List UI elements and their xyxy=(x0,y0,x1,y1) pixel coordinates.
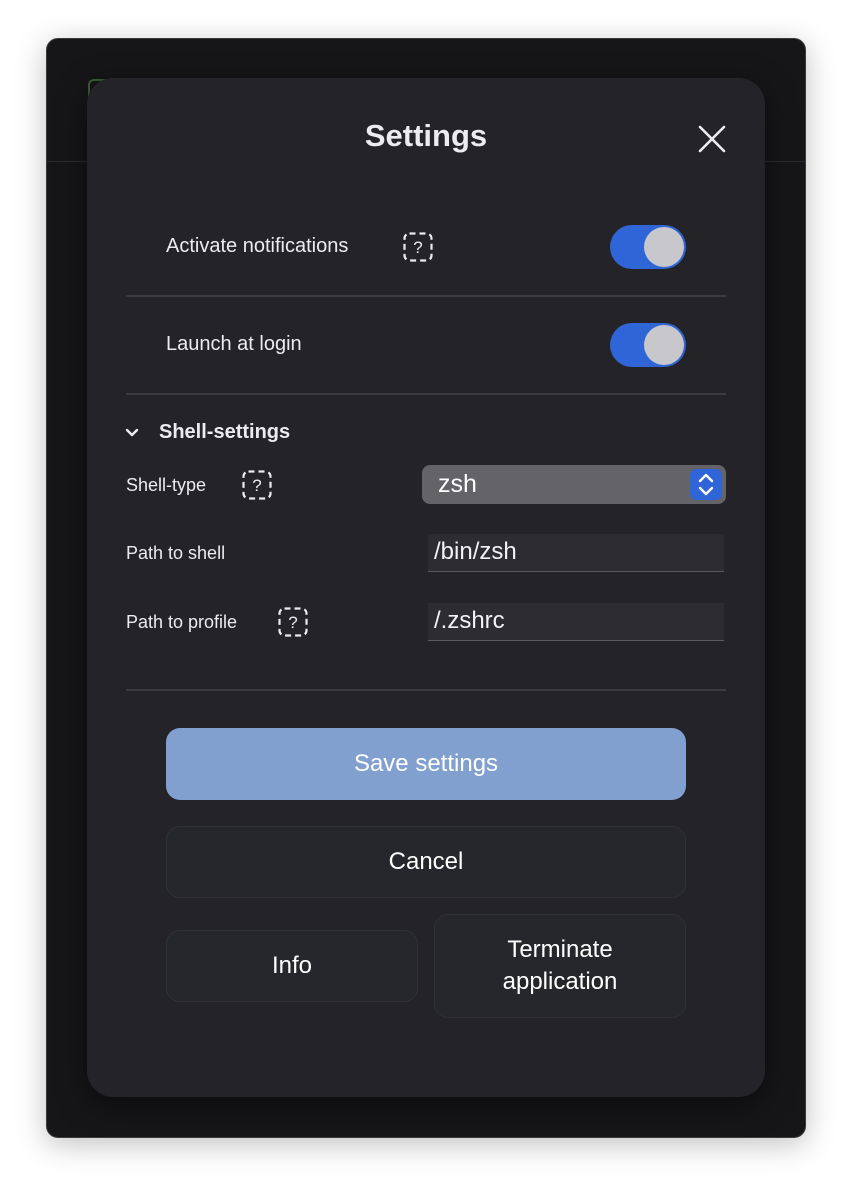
cancel-button[interactable]: Cancel xyxy=(166,826,686,898)
divider xyxy=(126,393,726,395)
notifications-toggle[interactable] xyxy=(610,225,686,269)
path-to-profile-label: Path to profile xyxy=(126,612,238,632)
up-down-chevron-icon xyxy=(690,469,722,500)
notifications-label: Activate notifications xyxy=(166,235,349,257)
svg-text:?: ? xyxy=(288,613,297,632)
save-settings-button[interactable]: Save settings xyxy=(166,728,686,800)
close-icon[interactable] xyxy=(697,124,727,154)
toggle-knob xyxy=(644,227,684,267)
path-to-profile-input[interactable]: /.zshrc xyxy=(428,603,724,641)
path-to-shell-label: Path to shell xyxy=(126,543,226,563)
divider xyxy=(126,689,726,691)
svg-text:?: ? xyxy=(252,476,261,495)
shell-type-value: zsh xyxy=(438,470,477,498)
launch-at-login-label: Launch at login xyxy=(166,333,302,355)
help-icon[interactable]: ? xyxy=(403,232,433,262)
info-button[interactable]: Info xyxy=(166,930,418,1002)
help-icon[interactable]: ? xyxy=(242,470,272,500)
terminate-application-button[interactable]: Terminate application xyxy=(434,914,686,1018)
shell-type-label: Shell-type xyxy=(126,475,207,495)
divider xyxy=(126,295,726,297)
dialog-title: Settings xyxy=(364,118,488,153)
launch-at-login-toggle[interactable] xyxy=(610,323,686,367)
shell-settings-section-toggle[interactable]: Shell-settings xyxy=(159,421,290,444)
toggle-knob xyxy=(644,325,684,365)
chevron-down-icon[interactable] xyxy=(124,425,140,441)
path-to-shell-input[interactable]: /bin/zsh xyxy=(428,534,724,572)
shell-type-select[interactable]: zsh xyxy=(422,465,726,504)
svg-text:?: ? xyxy=(413,238,422,257)
settings-dialog: Settings Activate notifications ? Launch… xyxy=(87,78,765,1097)
help-icon[interactable]: ? xyxy=(278,607,308,637)
